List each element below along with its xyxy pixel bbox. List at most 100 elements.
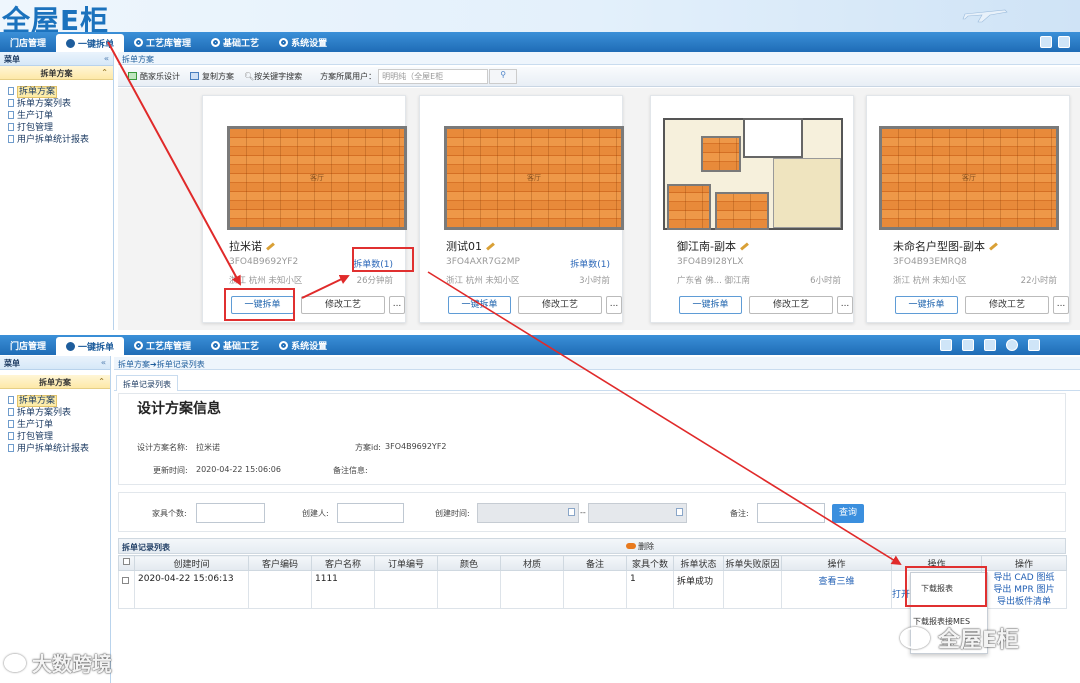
one-click-split-button[interactable]: 一键拆单	[895, 296, 958, 314]
modify-craft-button[interactable]: 修改工艺	[518, 296, 602, 314]
cell-customer-code	[248, 570, 312, 609]
nav-tab-basic-craft[interactable]: 基础工艺	[201, 335, 269, 355]
logout-icon[interactable]	[1028, 339, 1040, 351]
row-checkbox[interactable]	[118, 570, 135, 609]
plan-id: 3FO4AXR7G2MP	[446, 257, 520, 267]
owner-filter-input[interactable]: 明明纯（全屋E柜 ⚲	[378, 69, 518, 84]
edit-pencil-icon[interactable]	[989, 242, 998, 251]
file-icon	[8, 420, 14, 428]
cell-fail-reason	[723, 570, 782, 609]
plan-card[interactable]: 客厅 测试01 3FO4AXR7G2MP 拆单数(1) 浙江 杭州 未知小区 3…	[419, 95, 624, 323]
one-click-split-button[interactable]: 一键拆单	[679, 296, 742, 314]
sidebar-item-user-report[interactable]: 用户拆单统计报表	[0, 134, 113, 146]
wechat-icon	[900, 627, 930, 649]
floorplan-thumbnail[interactable]	[663, 108, 843, 230]
chevron-up-icon[interactable]: ⌃	[98, 377, 105, 386]
nav-tab-settings[interactable]: 系统设置	[269, 32, 337, 52]
file-icon	[8, 408, 14, 416]
plan-location: 广东省 佛... 御江南	[677, 276, 751, 286]
highlight-download-report	[905, 566, 987, 607]
nav-tab-store[interactable]: 门店管理	[0, 32, 56, 52]
sidebar-item-plan-list[interactable]: 拆单方案列表	[0, 407, 110, 419]
nav-tab-split[interactable]: 一键拆单	[56, 337, 125, 355]
window-icon[interactable]	[1040, 36, 1052, 48]
records-header-bar: 拆单记录列表 删除	[118, 538, 1066, 554]
delete-button[interactable]: 删除	[626, 541, 654, 552]
save-icon[interactable]	[1058, 36, 1070, 48]
remark-label: 备注信息:	[333, 466, 368, 475]
floorplan-thumbnail[interactable]: 客厅	[879, 126, 1059, 230]
view-3d-link[interactable]: 查看三维	[818, 577, 854, 587]
more-button[interactable]: ...	[1053, 296, 1069, 314]
plan-updated-time: 26分钟前	[356, 276, 393, 286]
nav-tab-store[interactable]: 门店管理	[0, 335, 56, 355]
more-button[interactable]: ...	[606, 296, 622, 314]
count-filter-input[interactable]	[196, 503, 265, 523]
one-click-split-button[interactable]: 一键拆单	[448, 296, 511, 314]
more-button[interactable]: ...	[389, 296, 405, 314]
sidebar-item-split-plan[interactable]: 拆单方案	[0, 86, 113, 98]
modify-craft-button[interactable]: 修改工艺	[749, 296, 833, 314]
modify-craft-button[interactable]: 修改工艺	[301, 296, 385, 314]
modify-craft-button[interactable]: 修改工艺	[965, 296, 1049, 314]
user-icon[interactable]	[984, 339, 996, 351]
created-end-input[interactable]	[588, 503, 687, 523]
nav-tab-craft-lib[interactable]: 工艺库管理	[124, 32, 201, 52]
sidebar-item-packing[interactable]: 打包管理	[0, 431, 110, 443]
plan-card[interactable]: 客厅 未命名户型图-副本 3FO4B93EMRQ8 浙江 杭州 未知小区 22小…	[866, 95, 1070, 323]
sidebar-item-production-order[interactable]: 生产订单	[0, 110, 113, 122]
cell-customer-name: 1111	[311, 570, 375, 609]
file-icon	[8, 444, 14, 452]
sidebar-header: 菜单 «	[0, 356, 110, 370]
gear-icon[interactable]	[1006, 339, 1018, 351]
save-icon[interactable]	[962, 339, 974, 351]
export-mpr-link[interactable]: 导出 MPR 图片	[985, 584, 1063, 596]
column-header: 颜色	[437, 555, 501, 571]
calendar-icon[interactable]	[568, 508, 575, 516]
copy-plan-button[interactable]: 复制方案	[190, 71, 234, 82]
page-title: 设计方案信息	[137, 401, 221, 417]
collapse-icon[interactable]: «	[104, 54, 109, 63]
remark-filter-input[interactable]	[757, 503, 825, 523]
nav-tab-basic-craft[interactable]: 基础工艺	[201, 32, 269, 52]
sidebar-item-packing[interactable]: 打包管理	[0, 122, 113, 134]
nav-tab-craft-lib[interactable]: 工艺库管理	[124, 335, 201, 355]
keyword-search-button[interactable]: 🔍︎按关键字搜索	[244, 71, 302, 82]
cell-remark	[563, 570, 627, 609]
export-panel-list-link[interactable]: 导出板件清单	[985, 596, 1063, 608]
search-icon[interactable]: ⚲	[489, 69, 518, 84]
floorplan-thumbnail[interactable]: 客厅	[227, 126, 407, 230]
select-all-checkbox[interactable]	[118, 555, 135, 571]
nav-tab-split[interactable]: 一键拆单	[56, 34, 125, 52]
sidebar-item-production-order[interactable]: 生产订单	[0, 419, 110, 431]
nav-tab-settings[interactable]: 系统设置	[269, 335, 337, 355]
export-cad-link[interactable]: 导出 CAD 图纸	[985, 572, 1063, 584]
watermark-left: 大数跨境	[4, 648, 112, 677]
split-count-link[interactable]: 拆单数(1)	[570, 257, 610, 270]
file-icon	[8, 135, 14, 143]
tab-split-records[interactable]: 拆单记录列表	[116, 375, 178, 391]
edit-pencil-icon[interactable]	[266, 242, 275, 251]
watermark-right-text: 全屋E柜	[938, 628, 1020, 653]
records-title: 拆单记录列表	[122, 543, 170, 552]
sidebar-item-plan-list[interactable]: 拆单方案列表	[0, 98, 113, 110]
calendar-icon[interactable]	[676, 508, 683, 516]
plan-name: 拉米诺	[229, 238, 275, 254]
window-icon[interactable]	[940, 339, 952, 351]
plan-id: 3FO4B93EMRQ8	[893, 257, 967, 267]
plan-card[interactable]: 御江南-副本 3FO4B9I28YLX 广东省 佛... 御江南 6小时前 一键…	[650, 95, 854, 323]
floorplan-thumbnail[interactable]: 客厅	[444, 126, 624, 230]
sidebar-item-user-report[interactable]: 用户拆单统计报表	[0, 443, 110, 455]
creator-filter-input[interactable]	[337, 503, 404, 523]
design-button[interactable]: 酷家乐设计	[128, 71, 180, 82]
sidebar-item-split-plan[interactable]: 拆单方案	[0, 395, 110, 407]
more-button[interactable]: ...	[837, 296, 853, 314]
chevron-up-icon[interactable]: ⌃	[101, 68, 108, 77]
edit-pencil-icon[interactable]	[740, 242, 749, 251]
collapse-icon[interactable]: «	[101, 358, 106, 367]
created-start-input[interactable]	[477, 503, 579, 523]
query-button[interactable]: 查询	[832, 504, 864, 523]
highlight-split-button	[224, 288, 295, 321]
check-icon	[134, 340, 144, 350]
edit-pencil-icon[interactable]	[486, 242, 495, 251]
